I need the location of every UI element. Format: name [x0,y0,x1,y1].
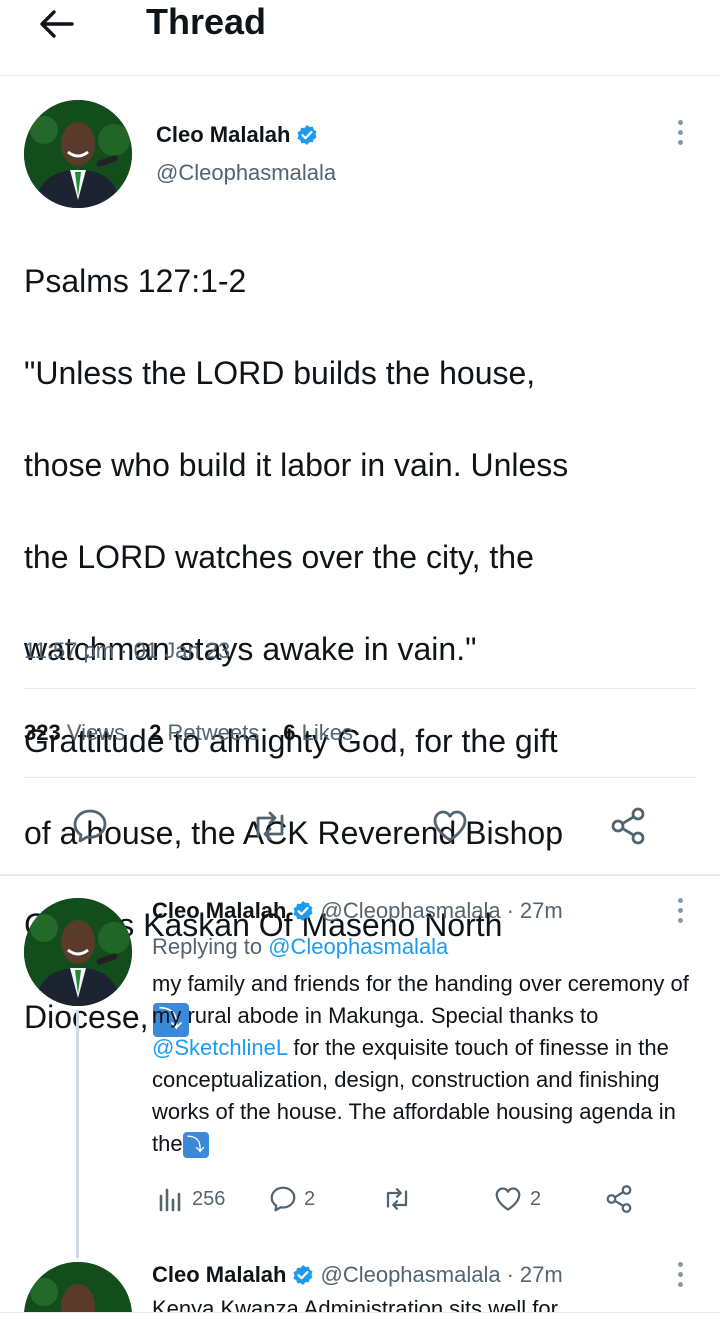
tweet-line: "Unless the LORD builds the house, [24,355,536,391]
bottom-edge [0,1312,720,1322]
reply-icon [270,1186,296,1212]
replying-to: Replying to @Cleophasmalala [152,932,448,962]
reply-header[interactable]: Cleo Malalah @Cleophasmalala · 27m [152,1260,563,1290]
tweet-timestamp[interactable]: 11:57 pm · 01 Jan 23 [24,636,230,666]
dot-separator: · [506,1262,514,1287]
tweet-line: Psalms 127:1-2 [24,263,247,299]
dot-separator: · [506,898,514,923]
author-handle[interactable]: @Cleophasmalala [156,158,336,188]
views-count: 256 [192,1187,226,1210]
like-icon[interactable] [428,804,472,848]
replying-handle-link[interactable]: @Cleophasmalala [268,934,448,959]
reply-icon[interactable] [68,804,112,848]
replying-prefix: Replying to [152,934,263,959]
more-options-icon[interactable] [670,898,690,923]
author-name-row[interactable]: Cleo Malalah [156,120,318,150]
author-name: Cleo Malalah [156,122,291,147]
author-handle: @Cleophasmalala [320,1262,501,1287]
like-button[interactable]: 2 [492,1182,541,1216]
section-divider [0,874,720,876]
share-icon[interactable] [606,804,650,848]
reply-count: 2 [304,1187,316,1210]
views-chart-icon [159,1188,181,1212]
likes-stat[interactable]: 6 Likes [283,718,353,748]
author-name: Cleo Malalah [152,898,287,923]
mention-link[interactable]: @SketchlineL [152,1035,287,1060]
like-count: 2 [530,1187,542,1210]
author-name: Cleo Malalah [152,1262,287,1287]
verified-badge-icon [293,1265,313,1285]
tweet-line: of a house, the ACK Reverend Bishop [24,815,564,851]
reply-header[interactable]: Cleo Malalah @Cleophasmalala · 27m [152,896,563,926]
retweet-icon [386,1188,408,1210]
share-icon [606,1185,632,1213]
like-icon [495,1187,521,1211]
more-options-icon[interactable] [670,1262,690,1287]
tweet-line: those who build it labor in vain. Unless [24,447,569,483]
reply-time: 27m [519,898,563,923]
tweet-line: the LORD watches over the city, the [24,539,534,575]
avatar[interactable] [24,898,132,1006]
share-button[interactable] [604,1182,634,1216]
reply-button[interactable]: 2 [268,1182,315,1216]
thread-header: Thread [0,0,720,76]
tweet-stats: 323 Views 2 Retweets 6 Likes [24,718,353,748]
retweet-button[interactable] [380,1182,414,1216]
reply-text: my family and friends for the handing ov… [152,968,712,1160]
thread-connector-line [76,1010,79,1258]
retweets-stat[interactable]: 2 Retweets [149,718,259,748]
views-stat[interactable]: 323 Views [24,718,125,748]
retweet-icon[interactable] [248,804,292,848]
author-handle: @Cleophasmalala [320,898,501,923]
verified-badge-icon [297,125,317,145]
verified-badge-icon [293,901,313,921]
more-options-icon[interactable] [670,120,690,145]
views-button[interactable]: 256 [156,1182,225,1216]
divider [24,777,696,778]
avatar[interactable] [24,100,132,208]
reply-text-part: my family and friends for the handing ov… [152,971,689,1028]
divider [24,688,696,689]
arrow-emoji-icon: ⤵ [182,1132,209,1159]
back-arrow-icon[interactable] [34,4,78,44]
reply-time: 27m [519,1262,563,1287]
page-title: Thread [146,1,267,42]
